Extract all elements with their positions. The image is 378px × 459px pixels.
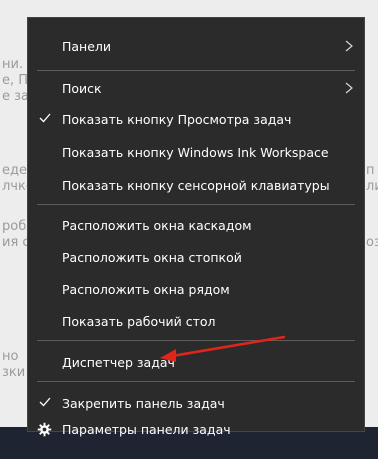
background-text-fragment: ли bbox=[366, 179, 378, 194]
background-text-fragment: ия с bbox=[2, 235, 30, 250]
background-text-fragment: ни. bbox=[2, 57, 24, 72]
menu-item-label: Расположить окна стопкой bbox=[62, 249, 242, 265]
menu-separator bbox=[37, 204, 355, 205]
menu-item-side-by-side-windows[interactable]: Расположить окна рядом bbox=[28, 273, 364, 305]
background-text-fragment: е за bbox=[2, 89, 30, 104]
menu-separator bbox=[37, 381, 355, 382]
menu-separator bbox=[37, 340, 355, 341]
menu-item-label: Диспетчер задач bbox=[62, 354, 175, 370]
menu-item-taskbar-settings-row[interactable]: Параметры панели задач bbox=[28, 418, 364, 442]
checkmark-icon bbox=[39, 113, 51, 123]
menu-item-panels[interactable]: Панели bbox=[28, 30, 364, 62]
taskbar-context-menu: Панели Поиск Показать кнопку Просмотра з… bbox=[27, 17, 365, 432]
background-text-fragment: п bbox=[366, 163, 375, 178]
menu-item-label: Показать кнопку Просмотра задач bbox=[62, 111, 292, 127]
checkmark-icon bbox=[39, 397, 51, 407]
chevron-right-icon bbox=[345, 82, 353, 94]
chevron-right-icon bbox=[345, 40, 353, 52]
menu-item-show-ink-workspace-button[interactable]: Показать кнопку Windows Ink Workspace bbox=[28, 136, 364, 168]
menu-item-show-desktop[interactable]: Показать рабочий стол bbox=[28, 305, 364, 337]
menu-item-label: Панели bbox=[62, 38, 112, 54]
menu-item-stack-windows[interactable]: Расположить окна стопкой bbox=[28, 241, 364, 273]
background-text-fragment: оз bbox=[366, 235, 378, 250]
menu-item-label: Расположить окна рядом bbox=[62, 281, 230, 297]
menu-item-task-manager[interactable]: Диспетчер задач bbox=[28, 346, 364, 378]
menu-item-label: Закрепить панель задач bbox=[62, 395, 225, 411]
background-text-fragment: зки bbox=[2, 365, 26, 380]
menu-item-label: Показать кнопку Windows Ink Workspace bbox=[62, 144, 329, 160]
menu-item-label: Параметры панели задач bbox=[62, 422, 231, 437]
menu-item-label: Расположить окна каскадом bbox=[62, 217, 252, 233]
menu-item-lock-taskbar[interactable]: Закрепить панель задач bbox=[28, 387, 364, 419]
gear-icon bbox=[37, 422, 52, 437]
background-text-fragment: е, П bbox=[2, 73, 29, 88]
menu-item-label: Показать кнопку сенсорной клавиатуры bbox=[62, 177, 330, 193]
menu-item-label: Показать рабочий стол bbox=[62, 313, 216, 329]
background-text-fragment: но bbox=[2, 349, 19, 364]
menu-item-show-task-view-button[interactable]: Показать кнопку Просмотра задач bbox=[28, 103, 364, 135]
menu-item-search[interactable]: Поиск bbox=[28, 72, 364, 104]
menu-item-show-touch-keyboard-button[interactable]: Показать кнопку сенсорной клавиатуры bbox=[28, 169, 364, 201]
menu-item-label: Поиск bbox=[62, 80, 102, 96]
background-text-fragment: еде bbox=[2, 163, 27, 178]
menu-item-cascade-windows[interactable]: Расположить окна каскадом bbox=[28, 209, 364, 241]
menu-separator bbox=[37, 70, 355, 71]
